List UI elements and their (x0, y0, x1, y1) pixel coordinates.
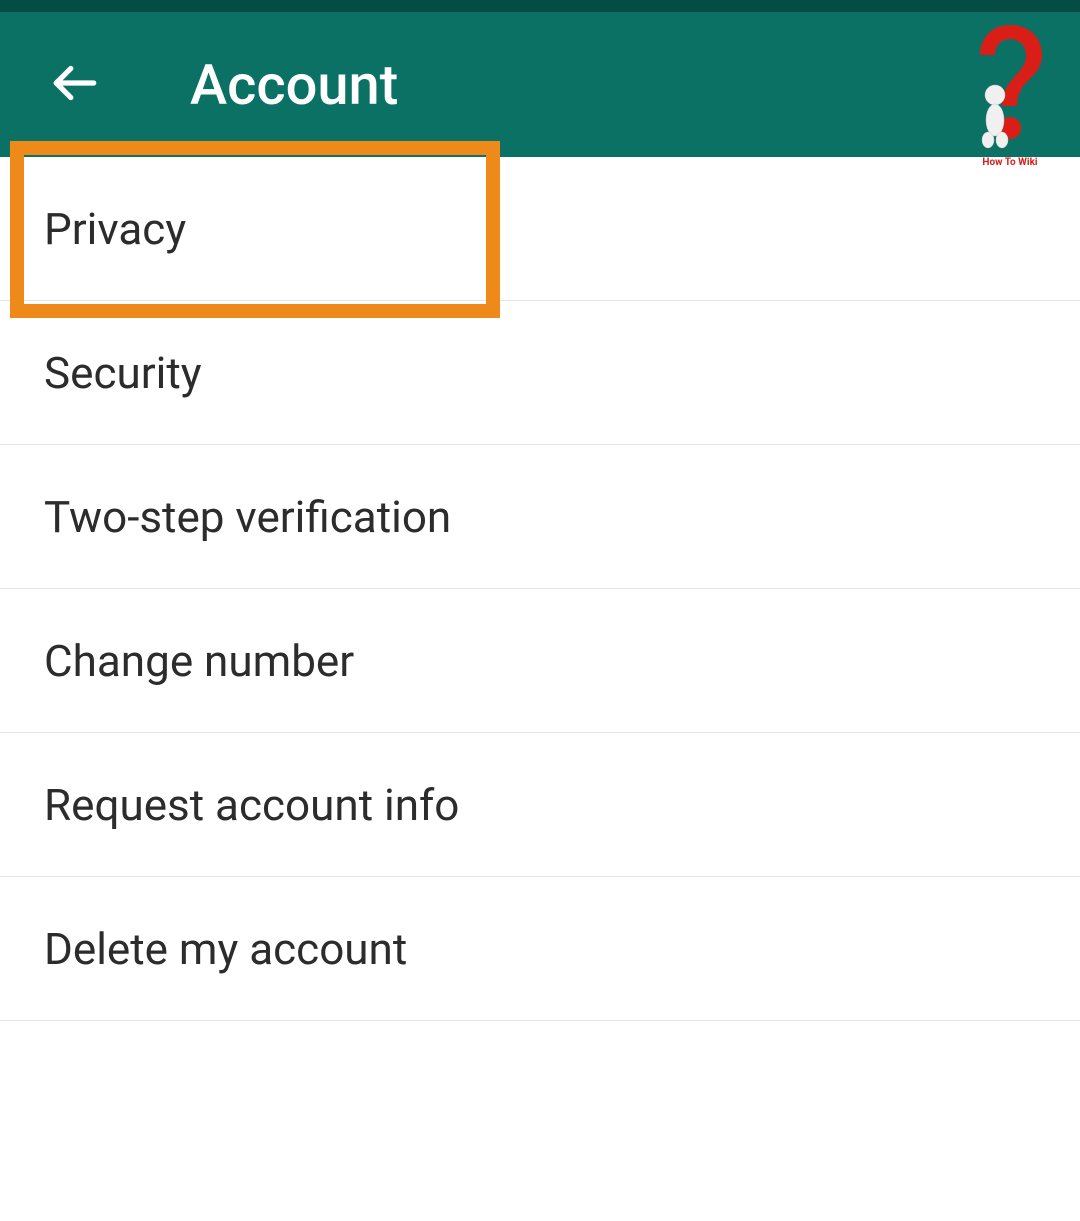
menu-label: Two-step verification (44, 491, 451, 543)
menu-item-change-number[interactable]: Change number (0, 589, 1080, 733)
menu-item-request-info[interactable]: Request account info (0, 733, 1080, 877)
menu-item-security[interactable]: Security (0, 301, 1080, 445)
menu-item-privacy[interactable]: Privacy (0, 157, 1080, 301)
menu-label: Security (44, 347, 202, 399)
blank-area (0, 1021, 1080, 1221)
menu-item-two-step[interactable]: Two-step verification (0, 445, 1080, 589)
menu-item-delete-account[interactable]: Delete my account (0, 877, 1080, 1021)
menu-label: Request account info (44, 779, 459, 831)
account-menu-list: Privacy Security Two-step verification C… (0, 157, 1080, 1021)
status-bar (0, 0, 1080, 12)
back-button[interactable] (50, 58, 100, 112)
app-header: Account How To Wiki (0, 12, 1080, 157)
menu-label: Privacy (44, 203, 186, 255)
menu-label: Delete my account (44, 923, 407, 975)
watermark-logo: How To Wiki (960, 20, 1060, 170)
page-title: Account (190, 52, 398, 118)
arrow-left-icon (50, 58, 100, 112)
menu-label: Change number (44, 635, 354, 687)
